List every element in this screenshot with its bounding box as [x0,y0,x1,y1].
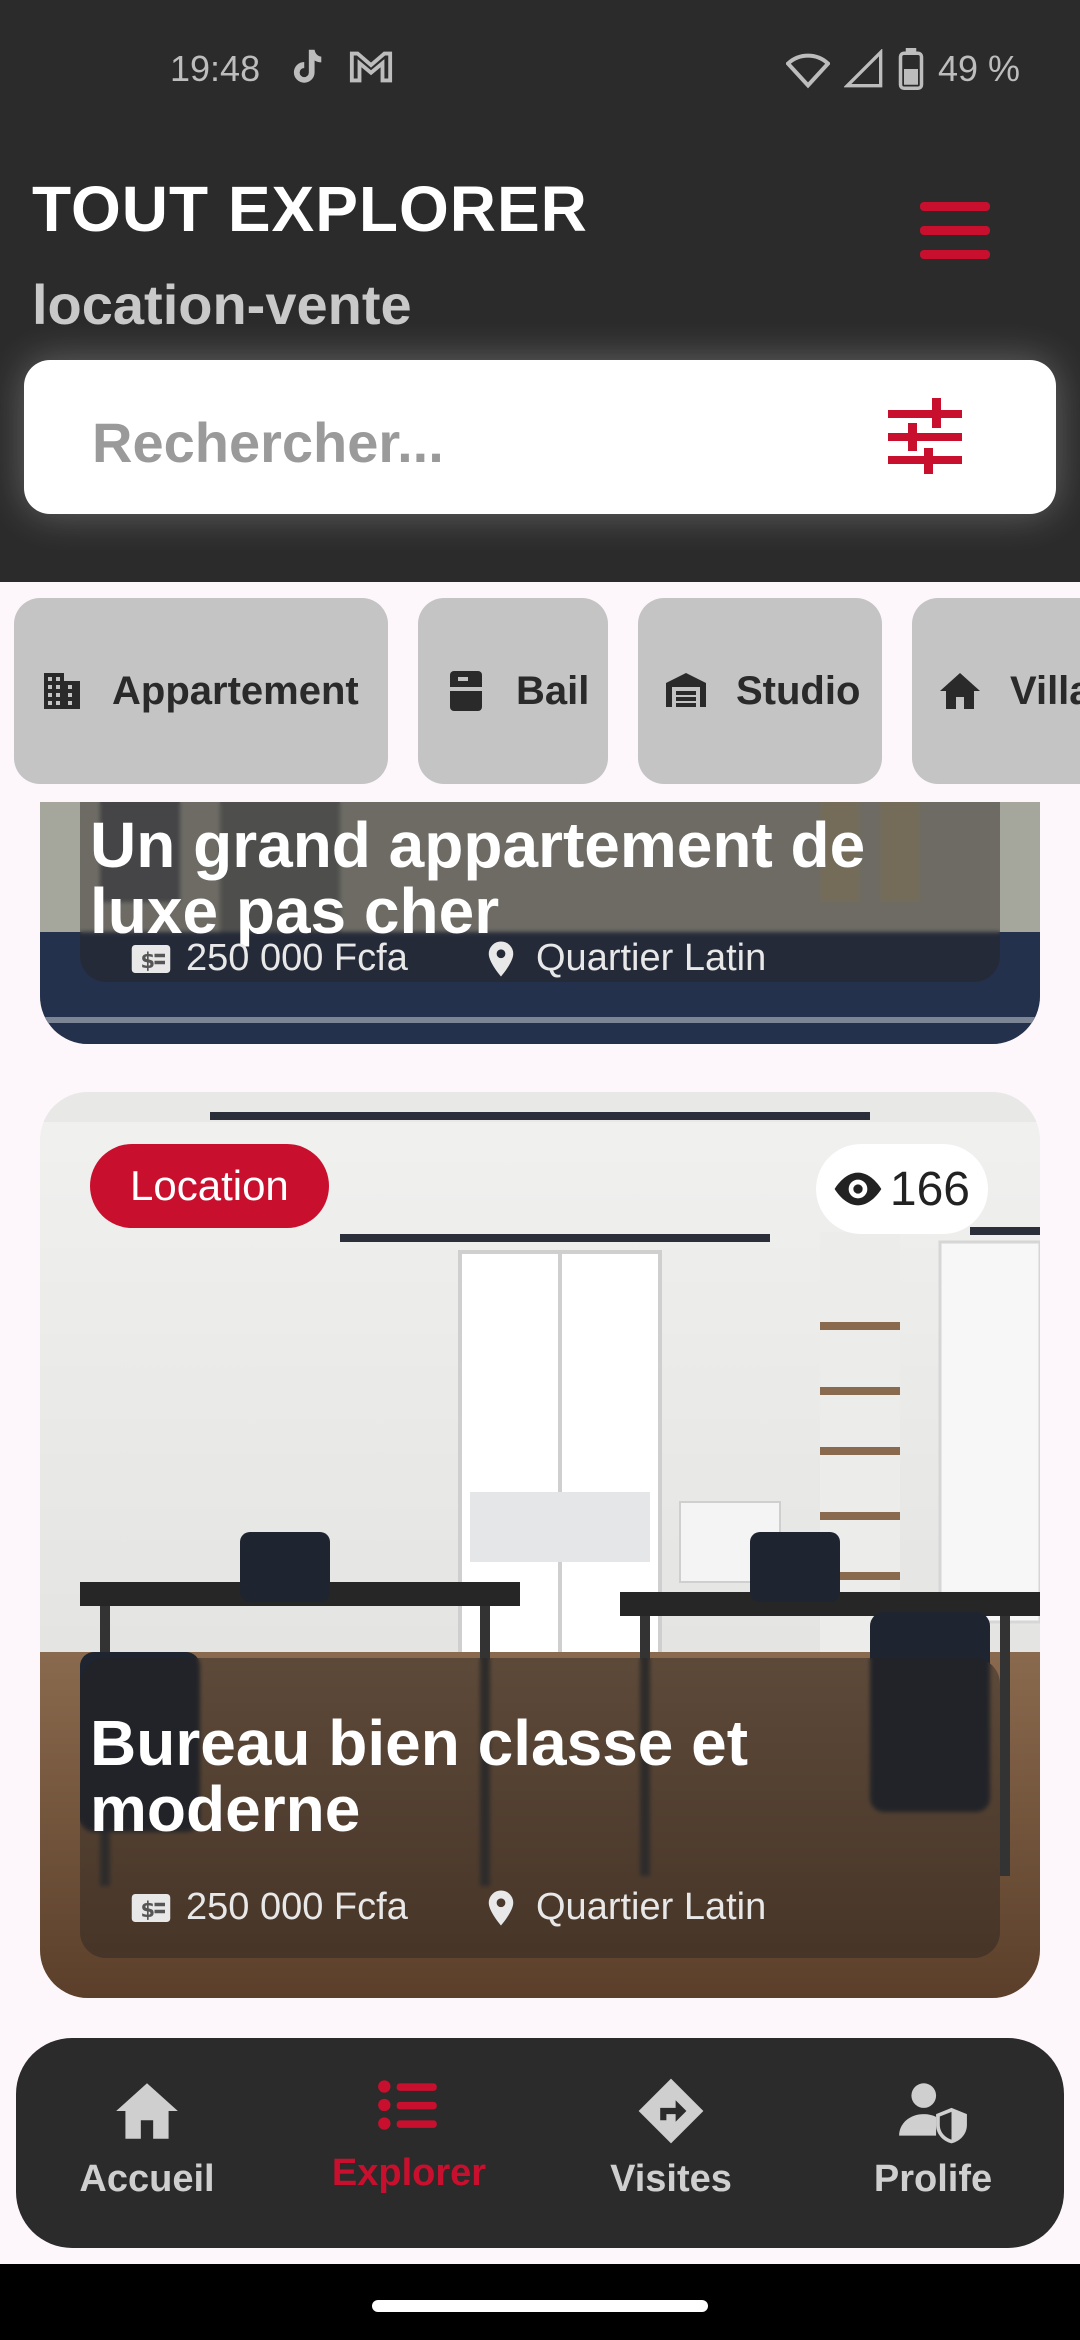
view-count: 166 [815,1144,988,1234]
bottom-navigation: Accueil Explorer Visites Prolife [16,2038,1064,2248]
listing-title: Un grand appartement de luxe pas cher [90,809,866,947]
status-time: 19:48 [170,48,261,89]
nav-label: Prolife [873,2158,993,2200]
money-icon: $ [131,1893,171,1922]
eye-icon [834,1172,882,1206]
tiktok-icon [293,49,322,83]
list-icon [378,2080,437,2130]
battery-level: 49 % [937,48,1020,89]
nav-label: Visites [610,2158,732,2200]
signal-icon [843,49,883,88]
listing-location: Quartier Latin [480,937,766,980]
user-shield-icon [899,2083,967,2144]
chip-label: Bail [516,668,590,713]
menu-icon[interactable] [910,190,1000,270]
chip-bail[interactable]: Bail [418,598,608,784]
home-icon [116,2083,178,2139]
chip-label: Studio [736,668,861,713]
wifi-icon [785,53,830,89]
listing-list: Un grand appartement de luxe pas cher $ … [0,802,1080,2038]
home-gesture-handle[interactable] [372,2300,708,2312]
search-input[interactable]: Rechercher... [24,360,1056,514]
chip-studio[interactable]: Studio [638,598,882,784]
battery-icon [898,48,924,90]
listing-card[interactable]: Location 166 Bureau bien classe et moder… [40,1092,1040,1998]
money-icon: $ [131,944,171,973]
nav-accueil[interactable]: Accueil [32,2074,262,2201]
nav-explorer[interactable]: Explorer [294,2068,524,2195]
chip-label: Villa [1010,668,1080,713]
location-pin-icon [488,941,514,976]
page-subtitle: location-vente [32,273,412,336]
directions-icon [638,2078,704,2144]
cabinet-icon [450,671,482,711]
location-pin-icon [488,1890,514,1925]
nav-label: Accueil [79,2158,215,2200]
search-placeholder: Rechercher... [92,411,444,474]
listing-location: Quartier Latin [480,1886,766,1929]
listing-price: $ 250 000 Fcfa [130,1886,408,1929]
gmail-icon [349,51,393,83]
nav-label: Explorer [331,2152,487,2194]
building-icon [44,673,80,709]
nav-prolife[interactable]: Prolife [818,2074,1048,2201]
chip-villa[interactable]: Villa [912,598,1080,784]
page-title: TOUT EXPLORER [32,173,588,245]
svg-text:$: $ [141,948,156,972]
chip-label: Appartement [112,668,359,713]
status-bar: 19:48 49 % [0,0,1080,140]
listing-card[interactable]: Un grand appartement de luxe pas cher $ … [40,802,1040,1044]
status-indicators: 49 % [785,48,1020,90]
listing-price: $ 250 000 Fcfa [130,937,408,980]
listing-title: Bureau bien classe et moderne [90,1707,749,1845]
filter-sliders-icon[interactable] [884,396,966,478]
svg-text:$: $ [141,1897,156,1921]
warehouse-icon [666,673,706,707]
home-icon [940,673,980,709]
category-chips: Appartement Bail Studio Villa [0,582,1080,802]
app-header: 19:48 49 % TOUT EXPLORER location-vente [0,0,1080,582]
listing-type-badge: Location [90,1144,329,1228]
chip-appartement[interactable]: Appartement [14,598,388,784]
nav-visites[interactable]: Visites [556,2074,786,2201]
